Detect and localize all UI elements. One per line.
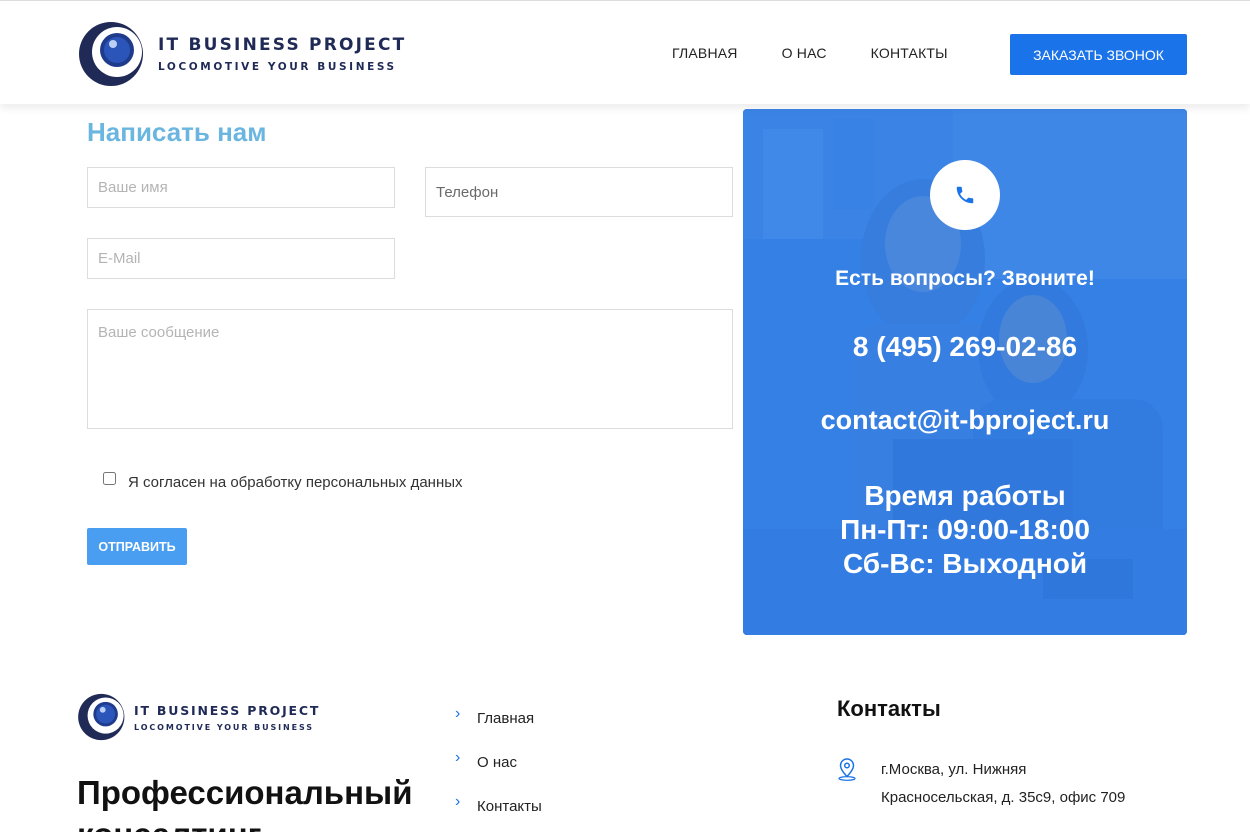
chevron-right-icon: › — [455, 749, 461, 766]
card-phone-number[interactable]: 8 (495) 269-02-86 — [743, 331, 1187, 363]
phone-icon — [956, 186, 974, 204]
footer-link-label: Контакты — [477, 797, 542, 815]
footer-address: г.Москва, ул. Нижняя Красносельская, д. … — [881, 761, 1126, 806]
logo-title: IT BUSINESS PROJECT — [158, 35, 407, 55]
message-textarea[interactable] — [87, 309, 733, 429]
consent-checkbox[interactable] — [103, 472, 116, 485]
nav-link-contacts[interactable]: КОНТАКТЫ — [871, 45, 948, 61]
name-input[interactable] — [87, 167, 395, 208]
main-nav: ГЛАВНАЯ О НАС КОНТАКТЫ — [672, 45, 992, 61]
footer-contacts-title: Контакты — [837, 696, 941, 721]
hours-weekdays: Пн-Пт: 09:00-18:00 — [840, 514, 1090, 545]
footer-link-home[interactable]: › Главная — [455, 696, 542, 740]
card-email[interactable]: contact@it-bproject.ru — [743, 405, 1187, 436]
footer-logo-subtitle: LOCOMOTIVE YOUR BUSINESS — [134, 722, 314, 732]
footer-heading: Профессиональный консалтинг — [77, 774, 413, 832]
card-hours: Время работы Пн-Пт: 09:00-18:00 Сб-Вс: В… — [743, 479, 1187, 581]
footer-link-about[interactable]: › О нас — [455, 740, 542, 784]
header-logo[interactable]: IT BUSINESS PROJECT LOCOMOTIVE YOUR BUSI… — [76, 19, 406, 89]
order-call-button[interactable]: ЗАКАЗАТЬ ЗВОНОК — [1010, 34, 1187, 75]
footer-logo-title: IT BUSINESS PROJECT — [134, 702, 321, 718]
footer-logo-icon — [78, 693, 125, 741]
submit-button[interactable]: ОТПРАВИТЬ — [87, 528, 187, 565]
phone-input[interactable] — [425, 167, 733, 217]
card-question: Есть вопросы? Звоните! — [835, 267, 1095, 290]
contact-info-card: Есть вопросы? Звоните! 8 (495) 269-02-86… — [743, 109, 1187, 635]
form-title: Написать нам — [87, 117, 267, 147]
consent-row: Я согласен на обработку персональных дан… — [103, 470, 463, 491]
chevron-right-icon: › — [455, 793, 461, 810]
logo-subtitle: LOCOMOTIVE YOUR BUSINESS — [158, 61, 397, 73]
site-header: IT BUSINESS PROJECT LOCOMOTIVE YOUR BUSI… — [0, 0, 1250, 104]
logo-icon — [79, 22, 143, 86]
footer-links: › Главная › О нас › Контакты — [455, 696, 542, 828]
chevron-right-icon: › — [455, 705, 461, 722]
nav-link-home[interactable]: ГЛАВНАЯ — [672, 45, 738, 61]
email-input[interactable] — [87, 238, 395, 279]
hours-weekend: Сб-Вс: Выходной — [842, 548, 1088, 579]
footer-link-label: Главная — [477, 709, 535, 727]
consent-label[interactable]: Я согласен на обработку персональных дан… — [128, 474, 463, 491]
footer-link-contacts[interactable]: › Контакты — [455, 784, 542, 828]
footer-logo[interactable]: IT BUSINESS PROJECT LOCOMOTIVE YOUR BUSI… — [76, 690, 320, 744]
footer-link-label: О нас — [477, 753, 517, 771]
hours-title: Время работы — [864, 480, 1066, 511]
map-pin-icon — [838, 758, 856, 781]
nav-link-about[interactable]: О НАС — [782, 45, 827, 61]
phone-icon-circle — [930, 160, 1000, 230]
